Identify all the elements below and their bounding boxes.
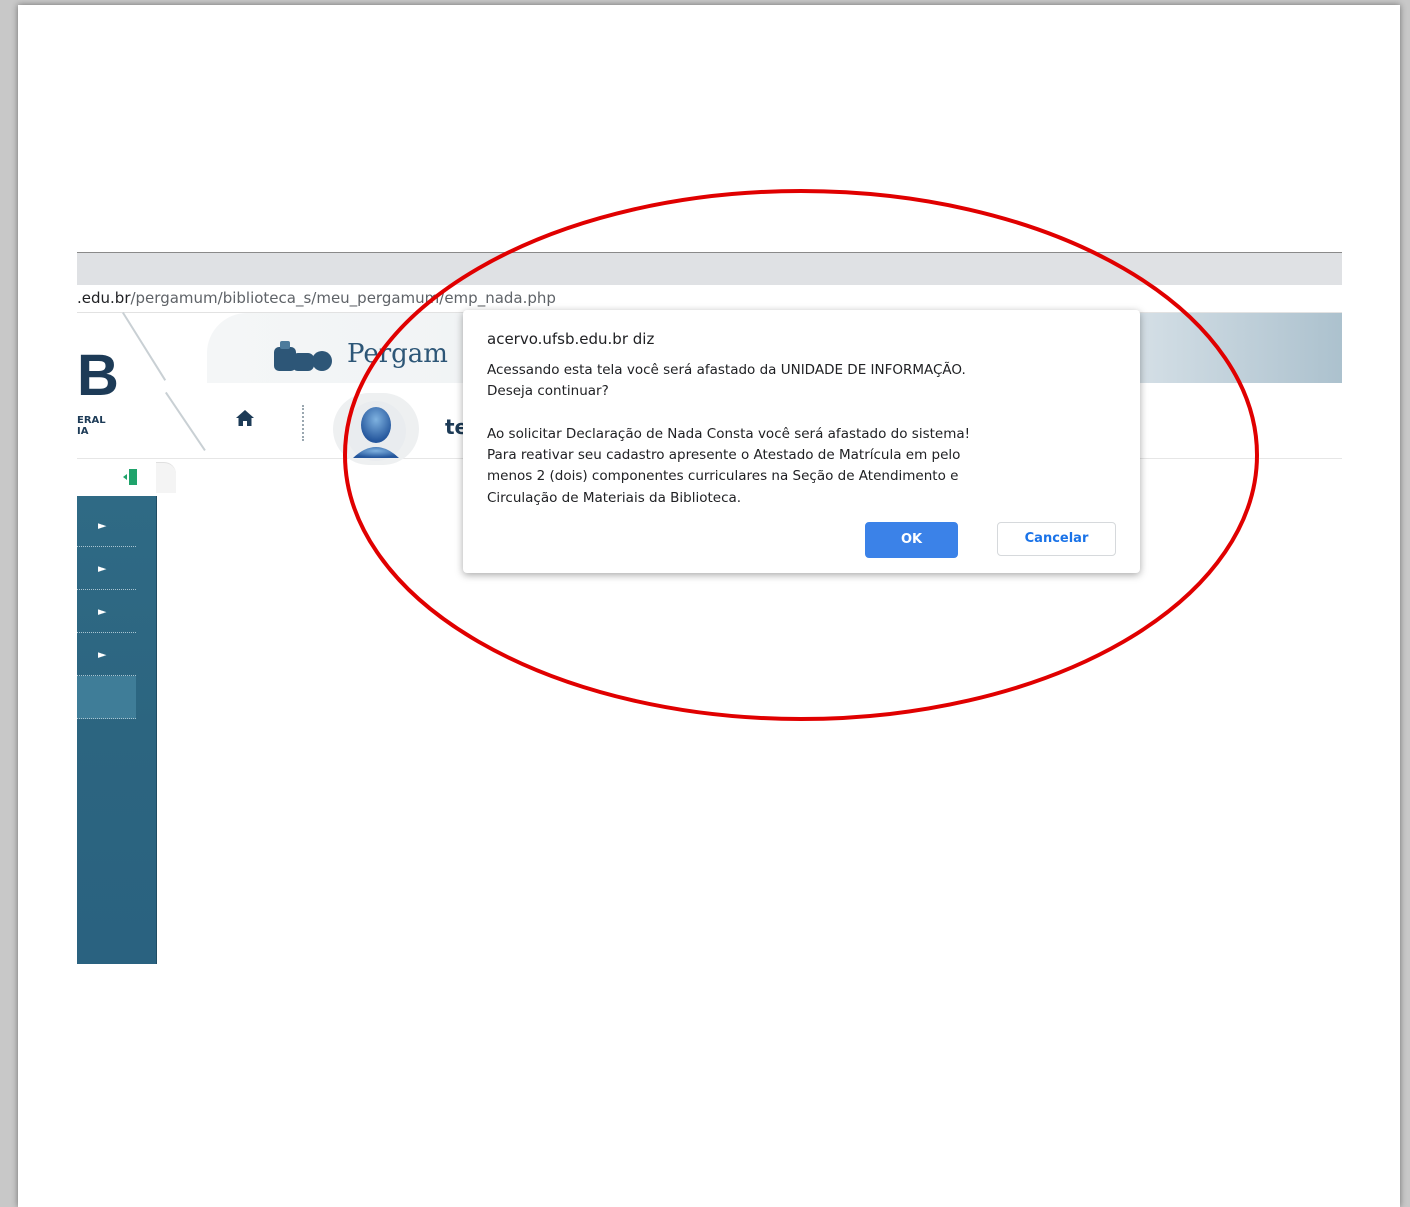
- expand-arrow-icon: ►: [98, 605, 107, 618]
- pergamum-logo[interactable]: Pergam: [272, 335, 472, 375]
- header-divider-upper: [122, 311, 167, 381]
- pergamum-logo-icon: [274, 341, 332, 371]
- sidebar-item-5[interactable]: [77, 676, 136, 719]
- university-sub-line2: IA: [77, 426, 89, 437]
- sidebar-item-1[interactable]: ►: [77, 504, 136, 547]
- dialog-message: Acessando esta tela você será afastado d…: [487, 362, 971, 506]
- home-icon[interactable]: [235, 409, 255, 427]
- sidebar: ► ► ► ►: [77, 462, 176, 964]
- dialog-origin: acervo.ufsb.edu.br diz: [487, 330, 655, 348]
- expand-arrow-icon: ►: [98, 562, 107, 575]
- ok-button[interactable]: OK: [865, 522, 958, 558]
- user-avatar-icon[interactable]: [345, 400, 407, 462]
- sidebar-menu: ► ► ► ►: [77, 496, 157, 964]
- browser-tab-strip: [77, 252, 1342, 286]
- header-divider-lower: [165, 391, 206, 452]
- nav-separator: [302, 405, 304, 441]
- confirm-dialog: acervo.ufsb.edu.br diz Acessando esta te…: [463, 310, 1140, 573]
- url-host: .edu.br: [77, 289, 131, 307]
- university-logo-mark: B: [77, 343, 119, 408]
- pergamum-brand-text: Pergam: [347, 339, 448, 369]
- url-text: .edu.br/pergamum/biblioteca_s/meu_pergam…: [77, 289, 556, 307]
- url-path: /pergamum/biblioteca_s/meu_pergamum/emp_…: [130, 289, 556, 307]
- expand-arrow-icon: ►: [98, 519, 107, 532]
- university-sub-line1: ERAL: [77, 415, 106, 426]
- sidebar-top: [77, 462, 156, 496]
- sidebar-item-3[interactable]: ►: [77, 590, 136, 633]
- university-logo-subtitle: ERAL IA: [77, 415, 106, 437]
- sidebar-item-2[interactable]: ►: [77, 547, 136, 590]
- sidebar-collapse-icon[interactable]: [121, 467, 141, 487]
- sidebar-tab: [156, 462, 176, 493]
- sidebar-item-4[interactable]: ►: [77, 633, 136, 676]
- expand-arrow-icon: ►: [98, 648, 107, 661]
- address-bar[interactable]: .edu.br/pergamum/biblioteca_s/meu_pergam…: [77, 285, 1342, 313]
- cancel-button[interactable]: Cancelar: [997, 522, 1116, 556]
